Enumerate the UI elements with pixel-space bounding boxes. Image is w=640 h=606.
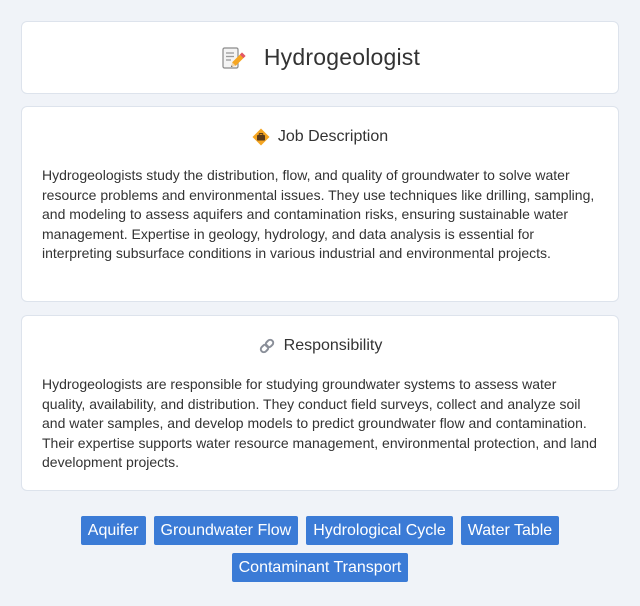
tag-water-table[interactable]: Water Table (460, 516, 560, 545)
memo-pencil-icon (220, 46, 246, 72)
diamond-briefcase-icon (252, 128, 270, 146)
responsibility-title: Responsibility (283, 337, 383, 354)
job-description-card: Job Description Hydrogeologists study th… (21, 106, 619, 302)
responsibility-text: Hydrogeologists are responsible for stud… (42, 376, 597, 470)
link-icon (258, 337, 276, 355)
job-description-title: Job Description (277, 128, 389, 145)
tag-groundwater-flow[interactable]: Groundwater Flow (153, 516, 299, 545)
tag-aquifer[interactable]: Aquifer (80, 516, 146, 545)
job-description-text: Hydrogeologists study the distribution, … (42, 167, 595, 261)
title-card: Hydrogeologist (21, 21, 619, 94)
tag-list: Aquifer Groundwater Flow Hydrological Cy… (21, 516, 619, 582)
responsibility-card: Responsibility Hydrogeologists are respo… (21, 315, 619, 491)
tag-contaminant-transport[interactable]: Contaminant Transport (231, 553, 409, 582)
tag-hydrological-cycle[interactable]: Hydrological Cycle (306, 516, 453, 545)
responsibility-heading: Responsibility (42, 337, 598, 355)
page-title: Hydrogeologist (263, 44, 421, 70)
job-description-heading: Job Description (42, 128, 598, 146)
